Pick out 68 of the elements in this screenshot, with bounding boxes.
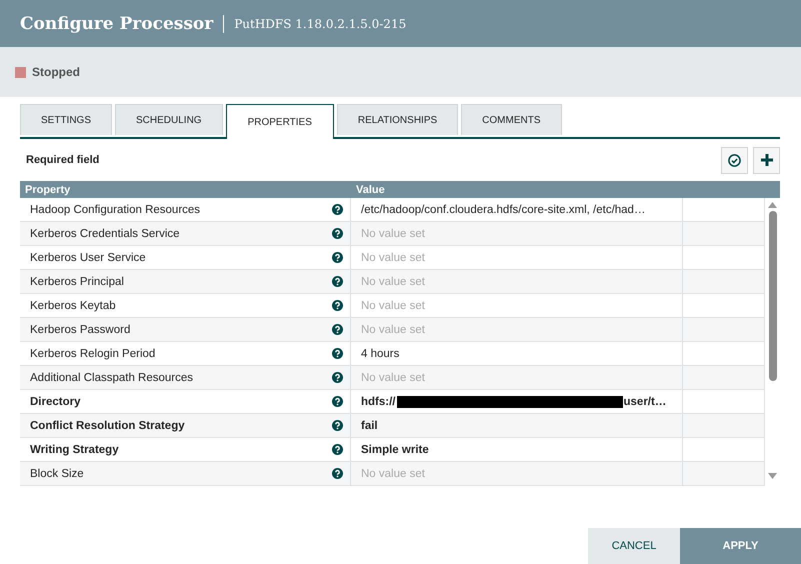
- verify-button[interactable]: [721, 146, 748, 174]
- property-name: Kerberos Keytab: [30, 300, 116, 312]
- help-icon[interactable]: [332, 300, 343, 311]
- scrollbar-thumb[interactable]: [768, 211, 776, 381]
- scroll-down-icon[interactable]: [768, 473, 777, 479]
- property-row[interactable]: Additional Classpath Resources No value set: [20, 366, 765, 390]
- cancel-button[interactable]: CANCEL: [588, 528, 680, 564]
- property-value: No value set: [361, 468, 425, 480]
- help-icon[interactable]: [332, 420, 343, 431]
- help-icon[interactable]: [332, 372, 343, 383]
- property-name: Additional Classpath Resources: [30, 372, 194, 384]
- property-name: Kerberos User Service: [30, 252, 146, 264]
- help-icon[interactable]: [332, 228, 343, 239]
- processor-version: PutHDFS 1.18.0.2.1.5.0-215: [234, 16, 406, 30]
- tab[interactable]: SETTINGS: [20, 104, 112, 135]
- tab[interactable]: SCHEDULING: [115, 104, 223, 135]
- property-name: Conflict Resolution Strategy: [30, 420, 185, 432]
- property-row[interactable]: Block Size No value set: [20, 462, 765, 486]
- property-value: No value set: [361, 300, 425, 312]
- property-value: Simple write: [361, 444, 429, 456]
- property-value: /etc/hadoop/conf.cloudera.hdfs/core-site.xml, /etc/had…: [361, 204, 646, 216]
- window-title: Configure Processor: [20, 14, 214, 34]
- tab[interactable]: RELATIONSHIPS: [336, 104, 458, 135]
- property-row[interactable]: Kerberos User Service No value set: [20, 246, 765, 270]
- property-row[interactable]: Conflict Resolution Strategy fail: [20, 414, 765, 438]
- help-icon[interactable]: [332, 276, 343, 287]
- property-value: No value set: [361, 228, 425, 240]
- property-value: No value set: [361, 252, 425, 264]
- property-value: No value set: [361, 324, 425, 336]
- property-value: No value set: [361, 372, 425, 384]
- column-header: Value: [355, 184, 386, 196]
- property-row[interactable]: Hadoop Configuration Resources /etc/hadoop/conf.cloudera.hdfs/core-site.xml, /etc/had…: [20, 198, 765, 222]
- add-property-button[interactable]: [753, 146, 780, 174]
- scroll-up-icon[interactable]: [768, 202, 777, 208]
- help-icon[interactable]: [332, 204, 343, 215]
- tab[interactable]: COMMENTS: [461, 104, 562, 135]
- property-row[interactable]: Kerberos Principal No value set: [20, 270, 765, 294]
- help-icon[interactable]: [332, 252, 343, 263]
- plus-icon: [760, 153, 774, 167]
- tab[interactable]: PROPERTIES: [226, 104, 334, 139]
- property-name: Kerberos Principal: [30, 276, 124, 288]
- property-name: Kerberos Relogin Period: [30, 348, 156, 360]
- property-row[interactable]: Kerberos Credentials Service No value set: [20, 222, 765, 246]
- property-value: fail: [361, 420, 378, 432]
- check-circle-icon: [728, 154, 741, 166]
- property-value: 4 hours: [361, 348, 400, 360]
- property-row[interactable]: Kerberos Relogin Period 4 hours: [20, 342, 765, 366]
- property-name: Kerberos Password: [30, 324, 130, 336]
- help-icon[interactable]: [332, 348, 343, 359]
- property-row[interactable]: Directory hdfs:// user/t…: [20, 390, 765, 414]
- property-value: user/t…: [624, 396, 666, 408]
- status-label: Stopped: [32, 65, 80, 79]
- help-icon[interactable]: [332, 324, 343, 335]
- property-row[interactable]: Kerberos Keytab No value set: [20, 294, 765, 318]
- property-value: No value set: [361, 276, 425, 288]
- property-name: Hadoop Configuration Resources: [30, 204, 200, 216]
- property-name: Writing Strategy: [30, 444, 119, 456]
- help-icon[interactable]: [332, 444, 343, 455]
- property-value: hdfs://: [361, 396, 396, 408]
- property-name: Block Size: [30, 468, 84, 480]
- help-icon[interactable]: [332, 396, 343, 407]
- property-row[interactable]: Writing Strategy Simple write: [20, 438, 765, 462]
- column-header: Property: [24, 184, 72, 196]
- property-name: Directory: [30, 396, 80, 408]
- property-name: Kerberos Credentials Service: [30, 228, 180, 240]
- required-field-note: Required field: [26, 154, 100, 166]
- property-row[interactable]: Kerberos Password No value set: [20, 318, 765, 342]
- help-icon[interactable]: [332, 468, 343, 479]
